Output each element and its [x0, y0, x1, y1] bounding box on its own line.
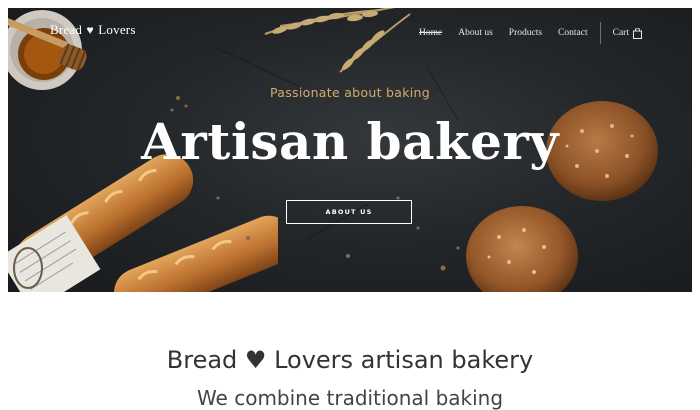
cart-label: Cart: [612, 28, 629, 38]
heart-icon: ♥: [86, 23, 94, 37]
nav-item-home[interactable]: Home: [419, 28, 442, 38]
about-us-button[interactable]: ABOUT US: [286, 200, 412, 224]
hero-section: Bread ♥ Lovers Home About us Products Co…: [8, 8, 692, 292]
hero-title: Artisan bakery: [141, 112, 559, 171]
cart-button[interactable]: Cart: [612, 27, 642, 39]
nav-item-contact[interactable]: Contact: [558, 28, 588, 38]
intro-heading: Bread ♥ Lovers artisan bakery: [166, 346, 534, 374]
round-loaf-image: [466, 206, 578, 292]
shopping-bag-icon: [632, 27, 642, 39]
brand-logo[interactable]: Bread ♥ Lovers: [50, 22, 136, 38]
brand-name-right: Lovers: [98, 22, 136, 37]
wheat-stalks-image: [264, 8, 411, 73]
brand-name-left: Bread: [50, 22, 83, 37]
main-navigation: Home About us Products Contact Cart: [419, 22, 642, 44]
nav-divider: [599, 22, 601, 44]
hero-tagline: Passionate about baking: [269, 85, 431, 100]
crumbs-decoration: [170, 96, 460, 271]
intro-subtitle: We combine traditional baking: [196, 386, 504, 410]
nav-item-about-us[interactable]: About us: [458, 28, 493, 38]
nav-item-products[interactable]: Products: [509, 28, 542, 38]
